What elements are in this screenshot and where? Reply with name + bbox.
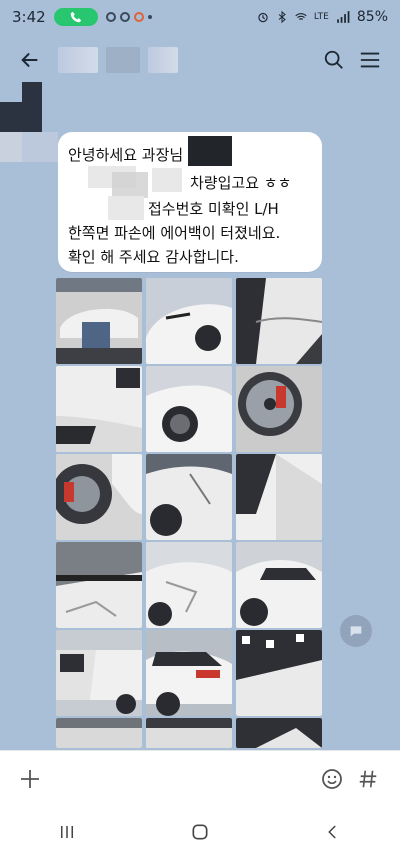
bluetooth-icon	[278, 10, 286, 24]
hashtag-icon	[359, 770, 377, 787]
home-button[interactable]	[170, 812, 230, 852]
hamburger-menu-icon	[360, 52, 380, 68]
photo-thumbnail[interactable]	[236, 366, 322, 452]
talk-notification-icon	[105, 12, 116, 22]
message-line: 한쪽면 파손에 에어백이 터졌네요.	[68, 224, 281, 242]
search-button[interactable]	[316, 42, 352, 78]
redacted-block	[58, 47, 98, 73]
app-notification-icon	[119, 12, 130, 22]
photo-thumbnail[interactable]	[146, 454, 232, 540]
recent-apps-button[interactable]	[37, 812, 97, 852]
alarm-icon	[258, 12, 268, 23]
phone-icon	[70, 11, 81, 23]
back-button[interactable]	[12, 42, 48, 78]
emoji-icon	[322, 768, 342, 789]
mosaic-tile	[0, 132, 22, 162]
message-line: 접수번호 미확인 L/H	[148, 200, 279, 218]
signal-icon	[337, 11, 350, 23]
status-time: 3:42	[12, 8, 46, 26]
photo-thumbnail[interactable]	[56, 542, 142, 628]
photo-thumbnail[interactable]	[236, 542, 322, 628]
redacted-block	[152, 168, 182, 192]
photo-thumbnail[interactable]	[236, 278, 322, 364]
recent-apps-icon	[60, 826, 73, 838]
emoji-button[interactable]	[314, 761, 350, 797]
system-back-button[interactable]	[303, 812, 363, 852]
photo-thumbnail[interactable]	[146, 718, 232, 748]
share-button[interactable]	[340, 615, 372, 647]
photo-thumbnail[interactable]	[146, 542, 232, 628]
mosaic-tile	[22, 82, 42, 102]
message-input-bar	[0, 750, 400, 806]
photo-grid	[56, 278, 322, 748]
speech-bubble-icon	[350, 626, 362, 637]
photo-thumbnail[interactable]	[56, 278, 142, 364]
wifi-call-icon	[295, 13, 307, 20]
photo-thumbnail[interactable]	[56, 366, 142, 452]
status-bar: 3:42 LTE 85%	[0, 0, 400, 34]
search-icon	[324, 50, 343, 69]
message-line: 차량입고요 ㅎㅎ	[190, 174, 292, 192]
photo-thumbnail[interactable]	[56, 630, 142, 716]
plus-icon	[21, 769, 39, 788]
system-navigation-bar	[0, 806, 400, 858]
status-right: LTE 85%	[256, 9, 388, 25]
photo-thumbnail[interactable]	[56, 454, 142, 540]
add-attachment-button[interactable]	[12, 761, 48, 797]
menu-button[interactable]	[352, 42, 388, 78]
photo-thumbnail[interactable]	[236, 630, 322, 716]
notification-icons	[105, 12, 152, 22]
battery-level: 85%	[356, 9, 388, 25]
home-icon	[192, 824, 208, 840]
photo-thumbnail[interactable]	[146, 278, 232, 364]
redacted-name	[188, 136, 232, 166]
redacted-block	[112, 172, 148, 198]
mosaic-tile	[22, 132, 58, 162]
alert-notification-icon	[133, 12, 144, 22]
message-input[interactable]	[58, 759, 304, 798]
back-icon	[328, 825, 337, 839]
redacted-block	[106, 47, 140, 73]
message-bubble[interactable]: 안녕하세요 과장님 차량입고요 ㅎㅎ 접수번호 미확인 L/H 한쪽면 파손에 …	[58, 132, 322, 272]
arrow-left-icon	[21, 52, 38, 68]
photo-thumbnail[interactable]	[56, 718, 142, 748]
network-type: LTE	[313, 12, 329, 22]
chat-title-redacted	[48, 47, 316, 73]
message-line: 안녕하세요 과장님	[68, 146, 184, 164]
message-line: 확인 해 주세요 감사합니다.	[68, 248, 239, 266]
photo-thumbnail[interactable]	[236, 718, 322, 748]
mosaic-tile	[0, 102, 42, 132]
photo-thumbnail[interactable]	[236, 454, 322, 540]
call-indicator	[53, 8, 98, 26]
photo-thumbnail[interactable]	[146, 630, 232, 716]
redacted-block	[148, 47, 178, 73]
more-notifications-icon	[147, 15, 152, 19]
status-left: 3:42	[12, 8, 152, 26]
redacted-block	[108, 196, 144, 220]
chat-header	[0, 34, 400, 86]
hashtag-search-button[interactable]	[350, 761, 386, 797]
photo-thumbnail[interactable]	[146, 366, 232, 452]
